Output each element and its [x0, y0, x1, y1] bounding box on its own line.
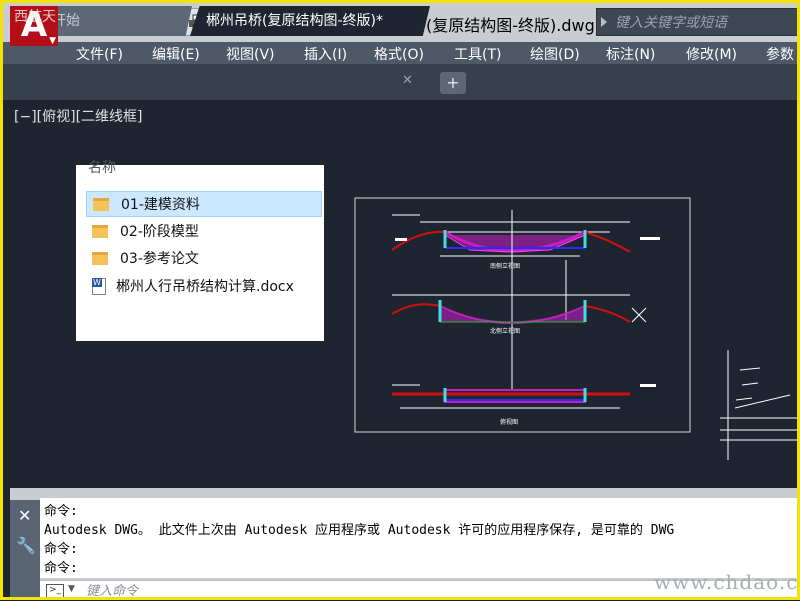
drawing-border [354, 197, 691, 433]
watermark-top: 西航天 [14, 9, 56, 25]
chevron-down-icon[interactable]: ▼ [68, 584, 75, 594]
menu-parameters[interactable]: 参数 [766, 44, 794, 64]
search-box[interactable] [596, 8, 800, 36]
folder-icon [92, 224, 108, 238]
folder-icon [92, 251, 108, 265]
watermark-bottom: www.chdao.com [654, 570, 800, 594]
command-prompt-icon[interactable]: >_ [46, 584, 64, 598]
menu-draw[interactable]: 绘图(D) [530, 44, 580, 64]
search-arrow-icon [601, 17, 607, 27]
command-history-line: 命令: [44, 504, 78, 519]
north-elevation-label: 北侧立视图 [490, 327, 520, 335]
menu-view[interactable]: 视图(V) [226, 44, 275, 64]
list-item[interactable]: 03-参考论文 [86, 245, 322, 271]
plan-view: 俯视图 [392, 384, 656, 426]
plan-view-label: 俯视图 [500, 418, 518, 426]
menu-tools[interactable]: 工具(T) [454, 44, 501, 64]
list-item-label: 01-建模资料 [121, 197, 200, 213]
menu-dimension[interactable]: 标注(N) [606, 44, 655, 64]
side-section-partial [720, 350, 800, 460]
new-tab-button[interactable]: + [440, 72, 466, 94]
menu-edit[interactable]: 编辑(E) [152, 44, 200, 64]
cursor-crosshair-icon [631, 307, 647, 323]
file-explorer-panel: 名称 01-建模资料 02-阶段模型 03-参考论文 郴州人行吊桥结构计算.do… [76, 160, 324, 341]
list-item[interactable]: 郴州人行吊桥结构计算.docx [86, 273, 322, 299]
word-document-icon [92, 277, 106, 295]
menu-format[interactable]: 格式(O) [374, 44, 424, 64]
list-item[interactable]: 02-阶段模型 [86, 218, 322, 244]
document-tab-bar [0, 64, 800, 100]
explorer-column-header[interactable]: 名称 [88, 157, 116, 177]
menu-bar: 文件(F) 编辑(E) 视图(V) 插入(I) 格式(O) 工具(T) 绘图(D… [0, 42, 800, 64]
south-elevation: 南侧立视图 [391, 210, 660, 390]
plus-icon: + [446, 73, 460, 92]
command-history-line: 命令: [44, 561, 78, 576]
list-item-label: 郴州人行吊桥结构计算.docx [116, 279, 294, 295]
north-elevation: 北侧立视图 [391, 260, 647, 335]
command-history: 命令: Autodesk DWG。 此文件上次由 Autodesk 应用程序或 … [40, 498, 800, 578]
chevron-down-icon: ▼ [49, 36, 56, 46]
menu-modify[interactable]: 修改(M) [686, 44, 737, 64]
list-item-label: 03-参考论文 [120, 251, 199, 267]
command-history-line: Autodesk DWG。 此文件上次由 Autodesk 应用程序或 Auto… [44, 523, 675, 538]
wrench-icon[interactable]: 🔧 [16, 536, 36, 555]
command-history-line: 命令: [44, 542, 78, 557]
command-input[interactable] [84, 582, 588, 601]
close-icon[interactable]: ✕ [402, 73, 413, 88]
close-icon[interactable]: ✕ [18, 506, 31, 525]
list-item[interactable]: 01-建模资料 [86, 191, 322, 217]
search-input[interactable] [613, 11, 797, 35]
list-item-label: 02-阶段模型 [120, 224, 199, 240]
tab-active-drawing[interactable]: 郴州吊桥(复原结构图-终版)* [190, 6, 430, 36]
menu-file[interactable]: 文件(F) [76, 44, 123, 64]
folder-icon [93, 197, 109, 211]
menu-insert[interactable]: 插入(I) [304, 44, 347, 64]
south-elevation-label: 南侧立视图 [490, 262, 520, 270]
